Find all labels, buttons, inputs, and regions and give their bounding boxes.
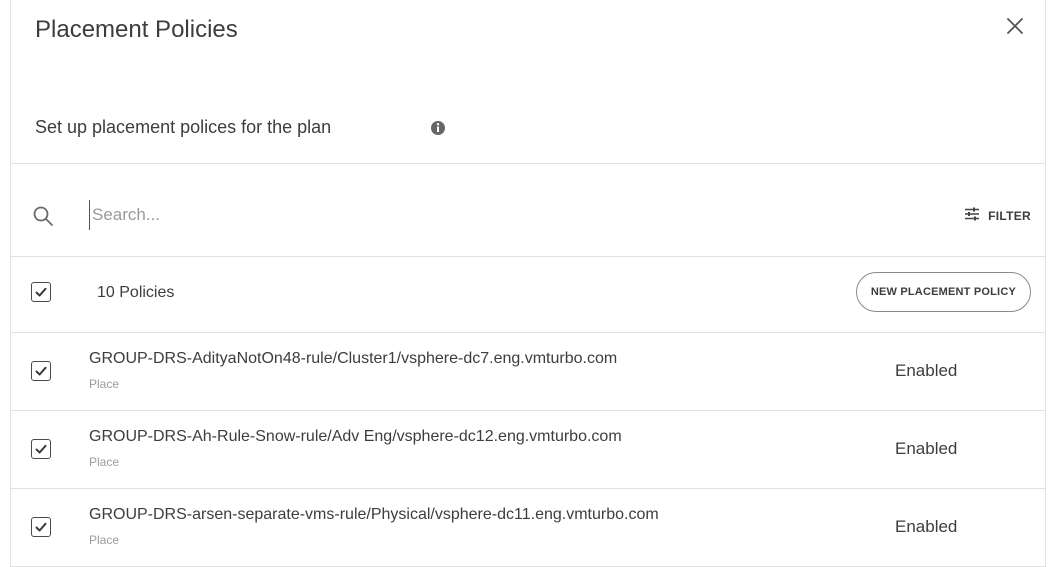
select-all-checkbox[interactable] [31,282,51,302]
policy-status: Enabled [895,439,958,458]
policy-type: Place [89,455,120,469]
panel-header: Placement Policies [11,0,1045,62]
placement-policies-panel: Placement Policies Set up placement poli… [10,0,1046,567]
policy-status: Enabled [895,361,958,380]
search-bar: FILTER [11,180,1045,257]
policy-type: Place [89,533,120,547]
policy-checkbox[interactable] [31,439,51,459]
policy-row[interactable]: GROUP-DRS-arsen-separate-vms-rule/Physic… [11,489,1045,567]
sliders-icon [964,207,980,226]
policy-count: 10 Policies [97,284,175,301]
policy-checkbox[interactable] [31,517,51,537]
policy-name[interactable]: GROUP-DRS-AdityaNotOn48-rule/Cluster1/vs… [89,350,617,368]
subtitle-text: Set up placement polices for the plan [35,117,332,137]
policy-status: Enabled [895,517,958,536]
new-placement-policy-button[interactable]: NEW PLACEMENT POLICY [855,272,1031,312]
subtitle-section: Set up placement polices for the plan [11,103,1045,164]
policy-name[interactable]: GROUP-DRS-Ah-Rule-Snow-rule/Adv Eng/vsph… [89,428,622,446]
filter-label: FILTER [988,209,1031,223]
policy-name[interactable]: GROUP-DRS-arsen-separate-vms-rule/Physic… [89,506,659,524]
close-icon[interactable] [1003,14,1027,38]
page-title: Placement Policies [35,16,238,43]
policy-row[interactable]: GROUP-DRS-Ah-Rule-Snow-rule/Adv Eng/vsph… [11,411,1045,489]
policy-checkbox[interactable] [31,361,51,381]
search-input[interactable] [89,200,852,230]
list-summary: 10 Policies NEW PLACEMENT POLICY [11,256,1045,333]
search-icon [31,204,55,228]
policy-list: GROUP-DRS-AdityaNotOn48-rule/Cluster1/vs… [11,333,1045,567]
policy-row[interactable]: GROUP-DRS-AdityaNotOn48-rule/Cluster1/vs… [11,333,1045,411]
filter-button[interactable]: FILTER [964,204,1031,228]
info-icon[interactable] [429,119,447,137]
policy-type: Place [89,377,120,391]
